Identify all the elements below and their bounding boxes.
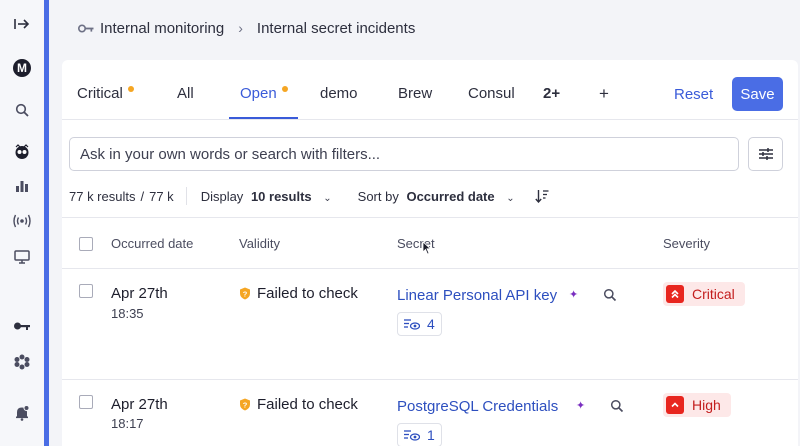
occurrences-badge[interactable]: 4 — [397, 312, 442, 336]
tab-label: Critical — [77, 85, 123, 102]
occurrences-count: 4 — [427, 316, 435, 332]
broadcast-icon[interactable] — [12, 211, 32, 231]
validity-label: Failed to check — [257, 285, 358, 302]
chevron-down-icon: ⌄ — [506, 192, 515, 204]
tab-label: Open — [240, 85, 277, 102]
occurred-date: Apr 27th — [111, 285, 168, 302]
tab-label: + — [599, 84, 609, 103]
sliders-icon — [758, 148, 773, 160]
tab-label: demo — [320, 85, 358, 102]
occurrences-badge[interactable]: 1 — [397, 423, 442, 446]
occurred-time: 18:35 — [111, 306, 144, 321]
save-button[interactable]: Save — [732, 77, 783, 111]
select-all-checkbox[interactable] — [79, 237, 93, 251]
severity-badge: Critical — [663, 282, 745, 306]
tab-label: All — [177, 85, 194, 102]
divider — [185, 187, 187, 205]
header-validity[interactable]: Validity — [239, 236, 280, 251]
shield-warning-icon: ? — [240, 398, 250, 411]
guardian-icon[interactable] — [12, 142, 32, 162]
chevron-right-icon: › — [238, 20, 243, 36]
row-checkbox[interactable] — [79, 395, 93, 409]
tab-consul[interactable]: Consul — [468, 85, 515, 105]
breadcrumb-root[interactable]: Internal monitoring — [100, 20, 224, 37]
rail-accent-bar — [44, 0, 49, 446]
mouse-cursor-icon — [422, 241, 432, 255]
reset-button[interactable]: Reset — [668, 77, 719, 111]
results-count: 77 k results — [69, 188, 136, 204]
svg-text:?: ? — [243, 401, 248, 410]
occurrences-count: 1 — [427, 427, 435, 443]
account-avatar-icon[interactable]: M — [12, 58, 32, 78]
display-dropdown[interactable]: Display 10 results ⌄ — [201, 189, 332, 204]
search-icon[interactable] — [603, 288, 617, 302]
tab-open[interactable]: Open — [240, 85, 288, 105]
occurrences-eye-icon — [404, 430, 420, 441]
unsaved-dot — [127, 86, 134, 92]
active-tab-indicator — [229, 117, 298, 119]
validity-status: ? Failed to check — [239, 285, 358, 302]
secret-link[interactable]: Linear Personal API key — [397, 287, 557, 304]
tab-label: 2+ — [543, 85, 561, 102]
table-row[interactable]: Apr 27th 18:17 ? Failed to check Postgre… — [62, 380, 798, 446]
validity-label: Failed to check — [257, 396, 358, 413]
tab-brew[interactable]: Brew — [398, 85, 432, 105]
sort-direction-icon[interactable] — [534, 189, 549, 203]
tab-label: Consul — [468, 85, 515, 102]
filter-tabs: Critical All Open demo Brew Consul 2+ + … — [62, 60, 798, 120]
results-total: 77 k — [149, 188, 174, 204]
analytics-icon[interactable] — [12, 176, 32, 196]
key-icon — [78, 24, 94, 33]
key-icon[interactable] — [12, 316, 32, 336]
header-occurred-date[interactable]: Occurred date — [111, 236, 193, 251]
integrations-icon[interactable] — [12, 352, 32, 372]
severity-label: Critical — [692, 286, 735, 302]
avatar-letter: M — [13, 59, 31, 77]
breadcrumb-current: Internal secret incidents — [256, 19, 416, 37]
occurrences-eye-icon — [404, 319, 420, 330]
occurred-time: 18:17 — [111, 416, 144, 431]
search-icon[interactable] — [12, 100, 32, 120]
tab-more[interactable]: 2+ — [543, 85, 560, 105]
secret-link[interactable]: PostgreSQL Credentials — [397, 398, 558, 415]
shield-warning-icon: ? — [240, 287, 250, 300]
add-tab-button[interactable]: + — [599, 85, 609, 105]
results-separator: / — [140, 188, 145, 204]
unsaved-dot — [281, 86, 288, 92]
results-bar: 77 k results / 77 k Display 10 results ⌄… — [69, 187, 549, 205]
occurred-date: Apr 27th — [111, 396, 168, 413]
sort-value: Occurred date — [406, 188, 495, 204]
breadcrumb: Internal monitoring › Internal secret in… — [78, 18, 415, 38]
monitor-icon[interactable] — [12, 247, 32, 267]
severity-badge: High — [663, 393, 731, 417]
tab-critical[interactable]: Critical — [77, 85, 134, 105]
table-row[interactable]: Apr 27th 18:35 ? Failed to check Linear … — [62, 269, 798, 380]
svg-text:?: ? — [243, 290, 248, 299]
tab-demo[interactable]: demo — [320, 85, 358, 105]
ai-sparkle-icon[interactable]: ✦ — [569, 288, 578, 301]
header-severity[interactable]: Severity — [663, 236, 710, 251]
tab-all[interactable]: All — [177, 85, 194, 105]
search-icon[interactable] — [610, 399, 624, 413]
display-label: Display — [200, 188, 244, 204]
row-checkbox[interactable] — [79, 284, 93, 298]
sort-dropdown[interactable]: Sort by Occurred date ⌄ — [358, 189, 515, 204]
search-input[interactable] — [69, 137, 739, 171]
sort-label: Sort by — [357, 188, 399, 204]
expand-icon[interactable] — [12, 14, 32, 34]
ai-sparkle-icon[interactable]: ✦ — [576, 399, 585, 412]
validity-status: ? Failed to check — [239, 396, 358, 413]
display-value: 10 results — [250, 188, 312, 204]
filter-settings-button[interactable] — [748, 137, 783, 171]
double-chevron-up-icon — [666, 285, 684, 303]
chevron-up-icon — [666, 396, 684, 414]
left-rail: M — [0, 0, 44, 446]
severity-label: High — [692, 397, 721, 413]
tab-label: Brew — [398, 85, 433, 102]
chevron-down-icon: ⌄ — [323, 192, 332, 204]
alerts-icon[interactable] — [12, 403, 32, 423]
